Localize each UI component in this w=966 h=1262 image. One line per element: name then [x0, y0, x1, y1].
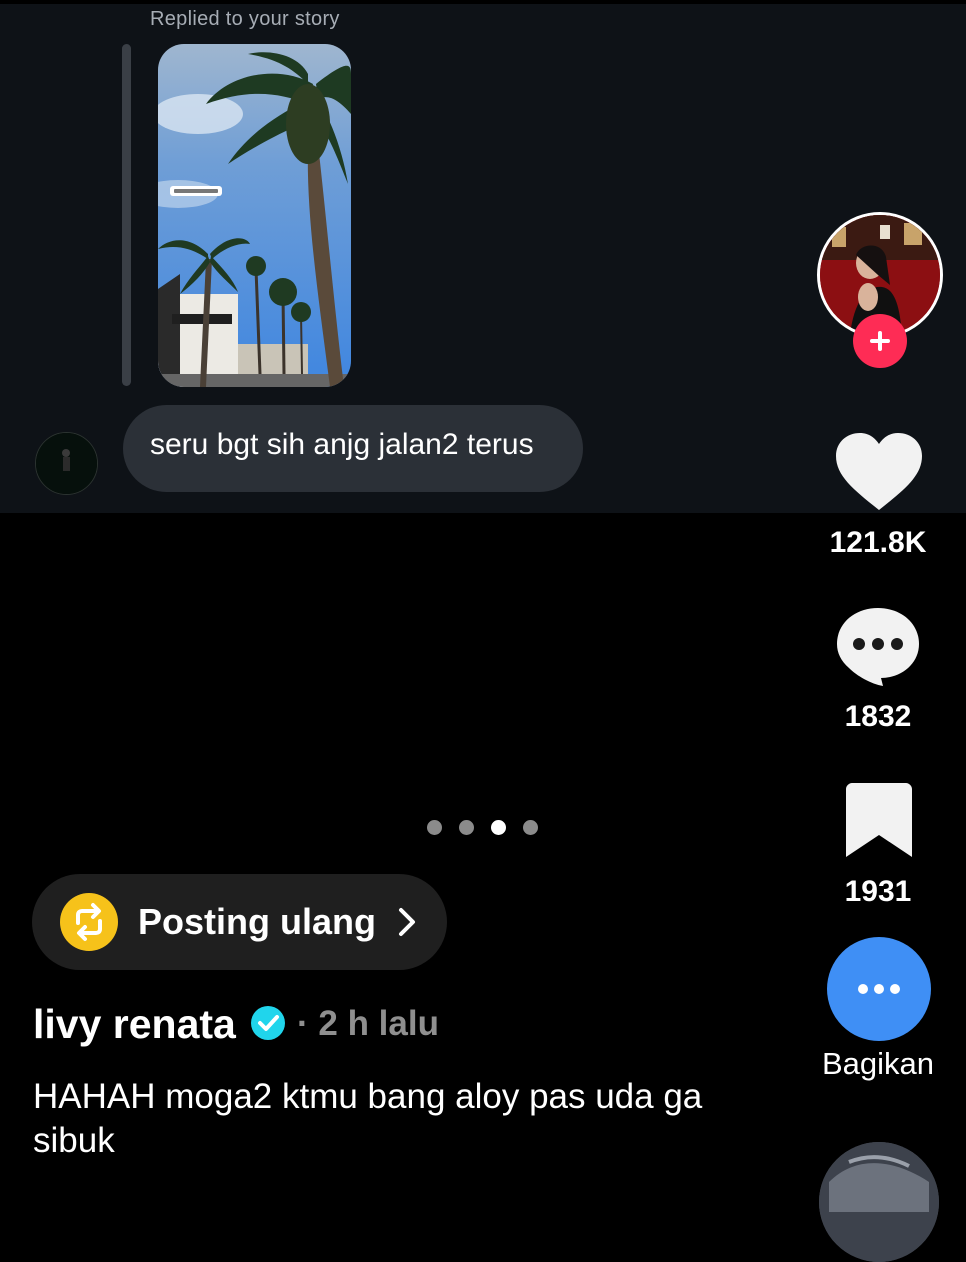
- save-button[interactable]: [846, 783, 912, 857]
- carousel-dot-3[interactable]: [491, 820, 506, 835]
- like-count: 121.8K: [829, 526, 927, 559]
- verified-icon: [250, 1005, 286, 1041]
- reply-message-text: seru bgt sih anjg jalan2 terus: [150, 428, 534, 461]
- story-thumbnail: [158, 44, 351, 387]
- repost-icon: [60, 893, 118, 951]
- save-count: 1931: [844, 875, 912, 908]
- replied-to-story-label: Replied to your story: [150, 8, 340, 30]
- post-caption[interactable]: HAHAH moga2 ktmu bang aloy pas uda ga si…: [33, 1075, 733, 1163]
- carousel-dot-1[interactable]: [427, 820, 442, 835]
- carousel-dot-2[interactable]: [459, 820, 474, 835]
- carousel-dot-4[interactable]: [523, 820, 538, 835]
- plus-icon: [870, 331, 890, 351]
- share-button[interactable]: [827, 937, 931, 1041]
- heart-icon: [836, 433, 922, 510]
- sender-avatar[interactable]: [35, 432, 98, 495]
- share-more-icon: [858, 984, 900, 994]
- author-name[interactable]: livy renata: [33, 1001, 236, 1048]
- repost-label: Posting ulang: [138, 901, 376, 942]
- post-time: · 2 h lalu: [297, 1004, 439, 1043]
- comment-icon: [837, 608, 919, 686]
- comment-count: 1832: [844, 700, 912, 733]
- share-label: Bagikan: [821, 1046, 935, 1081]
- follow-button[interactable]: [853, 314, 907, 368]
- panel-top-edge: [0, 0, 966, 4]
- reply-quote-bar: [122, 44, 131, 386]
- like-button[interactable]: [834, 432, 924, 512]
- sound-disc[interactable]: [819, 1142, 939, 1262]
- chevron-right-icon: [396, 906, 418, 943]
- comment-button[interactable]: [835, 606, 921, 688]
- bookmark-icon: [846, 783, 912, 857]
